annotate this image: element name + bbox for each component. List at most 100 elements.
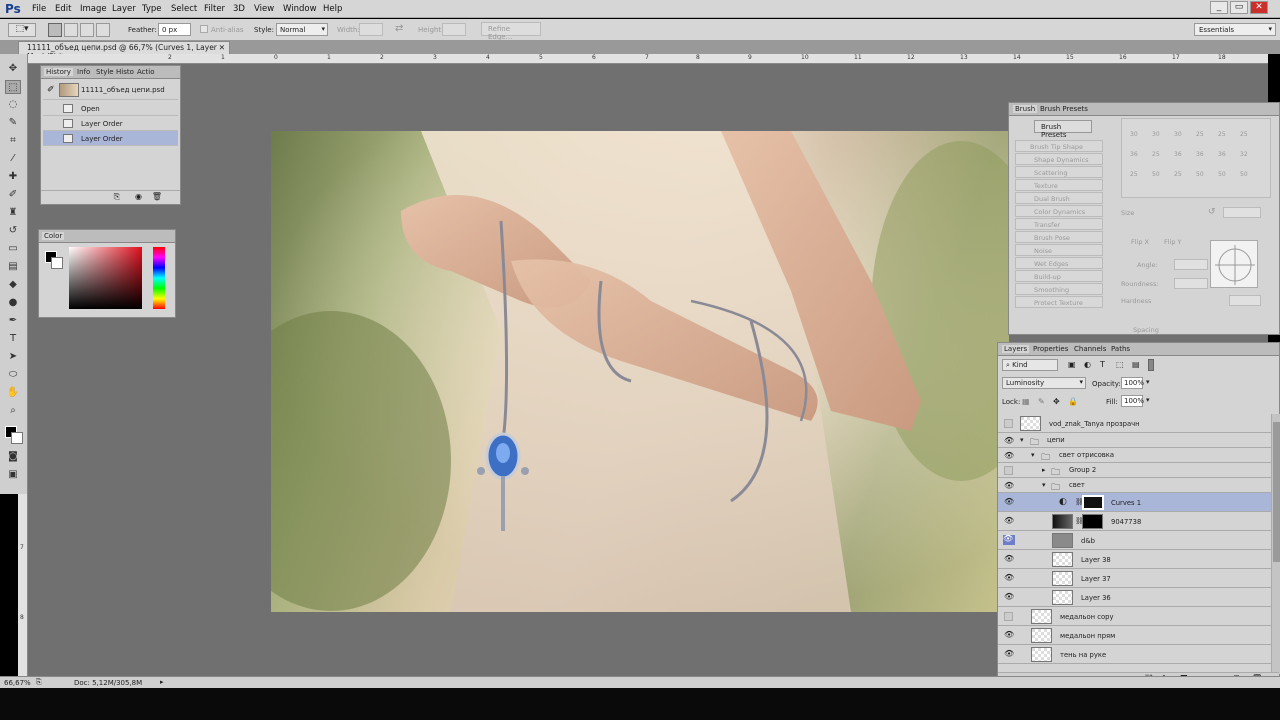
menu-file[interactable]: File <box>32 4 46 14</box>
reset-size-icon[interactable]: ↺ <box>1208 207 1216 217</box>
saturation-brightness-picker[interactable] <box>69 247 142 309</box>
tab-color[interactable]: Color <box>42 232 65 240</box>
filter-type-icon[interactable]: T <box>1100 360 1105 369</box>
zoom-tool-icon[interactable]: ⌕ <box>5 404 21 418</box>
eye-icon[interactable]: 👁 <box>1004 555 1014 563</box>
brush-option[interactable]: Smoothing <box>1015 283 1103 295</box>
filter-adjustment-icon[interactable]: ◐ <box>1084 360 1091 369</box>
layer-mask-thumbnail[interactable] <box>1082 495 1104 510</box>
zoom-level[interactable]: 66,67% <box>4 679 31 687</box>
chevron-down-icon[interactable]: ▾ <box>1020 436 1024 444</box>
hand-tool-icon[interactable]: ✋ <box>5 386 21 400</box>
lock-transparent-icon[interactable]: ▦ <box>1022 397 1030 406</box>
marquee-preset-icon[interactable]: ⬚▾ <box>8 23 36 37</box>
blur-tool-icon[interactable]: ◆ <box>5 278 21 292</box>
fill-input[interactable]: 100% <box>1121 395 1144 407</box>
layer-row[interactable]: медальон copy <box>998 607 1271 626</box>
subtract-selection-icon[interactable] <box>80 23 94 37</box>
dodge-tool-icon[interactable]: ● <box>5 296 21 310</box>
stamp-tool-icon[interactable]: ♜ <box>5 206 21 220</box>
eye-icon[interactable]: 👁 <box>1004 650 1014 658</box>
history-brush-tool-icon[interactable]: ↺ <box>5 224 21 238</box>
tab-info[interactable]: Info <box>77 68 90 76</box>
layer-mask-thumbnail[interactable] <box>1082 514 1103 529</box>
close-icon[interactable]: ✕ <box>219 43 225 52</box>
document-tab[interactable]: 11111_объед цепи.psd @ 66,7% (Curves 1, … <box>18 41 230 61</box>
trash-icon[interactable]: 🗑 <box>152 192 162 201</box>
intersect-selection-icon[interactable] <box>96 23 110 37</box>
chevron-down-icon[interactable]: ▾ <box>1146 396 1150 404</box>
quick-select-tool-icon[interactable]: ✎ <box>5 116 21 130</box>
opacity-input[interactable]: 100% <box>1121 377 1144 389</box>
restore-button[interactable]: ▭ <box>1230 1 1248 14</box>
group-row[interactable]: 👁 ▾ 🗀 цепи <box>998 433 1271 448</box>
refine-edge-button[interactable]: Refine Edge... <box>481 22 541 41</box>
crop-tool-icon[interactable]: ⌗ <box>5 134 21 148</box>
layer-row[interactable]: 👁 d&b <box>998 531 1271 550</box>
group-row[interactable]: 👁 ▾ 🗀 свет <box>998 478 1271 493</box>
tab-paths[interactable]: Paths <box>1111 345 1130 353</box>
menu-view[interactable]: View <box>254 4 274 14</box>
scrollbar-thumb[interactable] <box>1273 422 1280 562</box>
lock-pixels-icon[interactable]: ✎ <box>1038 397 1045 406</box>
history-snapshot[interactable]: ✐ 11111_объед цепи.psd <box>43 81 178 100</box>
tab-channels[interactable]: Channels <box>1074 345 1106 353</box>
history-item[interactable]: Open <box>43 101 178 116</box>
menu-select[interactable]: Select <box>171 4 197 14</box>
healing-tool-icon[interactable]: ✚ <box>5 170 21 184</box>
height-input[interactable] <box>442 23 466 36</box>
eye-icon[interactable]: 👁 <box>1003 535 1015 545</box>
menu-help[interactable]: Help <box>323 4 342 14</box>
eye-icon[interactable]: 👁 <box>1004 574 1014 582</box>
brush-option[interactable]: Brush Pose <box>1015 231 1103 243</box>
layer-row[interactable]: vod_znak_Tanya прозрачн <box>998 414 1271 433</box>
chevron-right-icon[interactable]: ▸ <box>160 678 164 686</box>
tab-brush[interactable]: Brush <box>1013 105 1038 113</box>
background-color-swatch[interactable] <box>11 432 23 444</box>
screen-mode-icon[interactable]: ▣ <box>5 468 21 482</box>
document-image[interactable] <box>271 131 1009 612</box>
menu-layer[interactable]: Layer <box>112 4 136 14</box>
roundness-input[interactable] <box>1174 278 1208 289</box>
brush-option[interactable]: Dual Brush <box>1015 192 1103 204</box>
brush-option[interactable]: Protect Texture <box>1015 296 1103 308</box>
antialias-checkbox[interactable] <box>200 25 208 33</box>
move-tool-icon[interactable]: ✥ <box>5 62 21 76</box>
layer-row-selected[interactable]: 👁 ◐ ⛓ Curves 1 <box>998 493 1271 512</box>
filter-image-icon[interactable]: ▣ <box>1068 360 1076 369</box>
history-brush-icon[interactable]: ✐ <box>47 85 55 95</box>
style-select[interactable]: Normal ▾ <box>276 23 328 36</box>
menu-type[interactable]: Type <box>142 4 162 14</box>
brush-option[interactable]: Transfer <box>1015 218 1103 230</box>
layer-row[interactable]: 👁 медальон прям <box>998 626 1271 645</box>
swap-icon[interactable]: ⇄ <box>395 23 403 34</box>
layer-row[interactable]: 👁 Layer 37 <box>998 569 1271 588</box>
menu-window[interactable]: Window <box>283 4 317 14</box>
brush-tip-grid[interactable]: 30 30 30 25 25 25 36 25 36 36 36 32 25 5… <box>1121 118 1271 198</box>
camera-icon[interactable]: ◉ <box>135 192 142 201</box>
close-window-button[interactable]: ✕ <box>1250 1 1268 14</box>
filter-shape-icon[interactable]: ⬚ <box>1116 360 1124 369</box>
eye-icon[interactable]: 👁 <box>1004 593 1014 601</box>
group-row[interactable]: ▸ 🗀 Group 2 <box>998 463 1271 478</box>
chevron-down-icon[interactable]: ▾ <box>1042 481 1046 489</box>
filter-toggle[interactable] <box>1148 359 1154 371</box>
lock-position-icon[interactable]: ✥ <box>1053 397 1060 406</box>
chevron-down-icon[interactable]: ▾ <box>1031 451 1035 459</box>
gradient-tool-icon[interactable]: ▤ <box>5 260 21 274</box>
tab-history[interactable]: History <box>44 68 73 76</box>
eye-icon[interactable]: 👁 <box>1004 482 1014 490</box>
blend-mode-select[interactable]: Luminosity ▾ <box>1002 377 1086 389</box>
status-menu-icon[interactable]: ⎘ <box>36 678 42 687</box>
workspace-select[interactable]: Essentials ▾ <box>1194 23 1276 36</box>
hardness-input[interactable] <box>1229 295 1261 306</box>
brush-option[interactable]: Scattering <box>1015 166 1103 178</box>
lock-all-icon[interactable]: 🔒 <box>1068 397 1078 406</box>
eye-icon[interactable]: 👁 <box>1004 517 1014 525</box>
history-item[interactable]: Layer Order <box>43 116 178 131</box>
filter-smart-object-icon[interactable]: ▤ <box>1132 360 1140 369</box>
layer-row[interactable]: 👁 тень на руке <box>998 645 1271 664</box>
eraser-tool-icon[interactable]: ▭ <box>5 242 21 256</box>
eyedropper-tool-icon[interactable]: ⁄ <box>5 152 21 166</box>
new-selection-icon[interactable] <box>48 23 62 37</box>
